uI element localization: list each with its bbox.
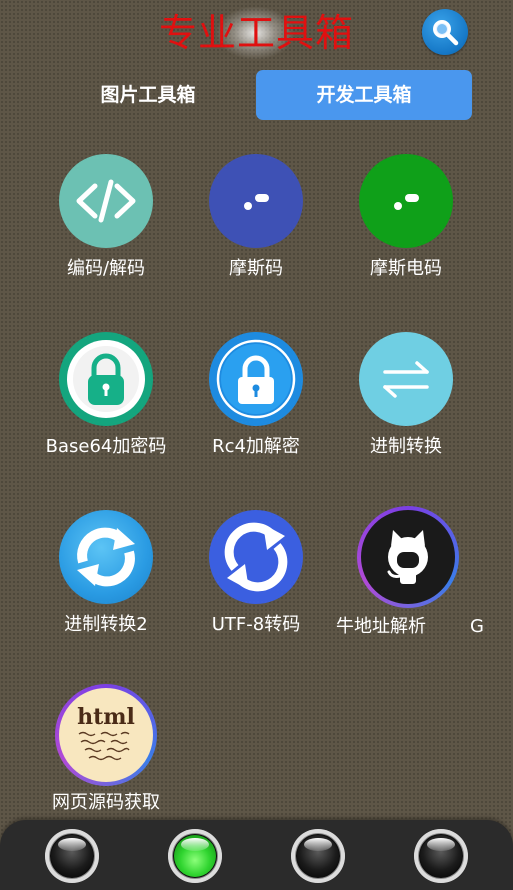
offscreen-tool-label: G xyxy=(470,616,484,637)
tool-morse[interactable]: 摩斯码 xyxy=(181,154,331,294)
app-title: 专业工具箱 xyxy=(158,11,354,55)
dock-button-3[interactable] xyxy=(291,829,345,883)
svg-text:html: html xyxy=(77,704,135,730)
tab-image-tools[interactable]: 图片工具箱 xyxy=(42,70,254,120)
tab-bar: 图片工具箱 开发工具箱 xyxy=(42,70,472,120)
magnifier-icon xyxy=(433,20,459,46)
tool-label: 牛地址解析 xyxy=(336,616,426,637)
tool-page-source[interactable]: html 网页源码获取 xyxy=(31,684,181,828)
tool-label: 摩斯电码 xyxy=(370,258,442,279)
tool-label: 网页源码获取 xyxy=(52,792,160,813)
tool-encode-decode[interactable]: 编码/解码 xyxy=(31,154,181,294)
html-paper-icon: html xyxy=(55,684,157,786)
tool-label: 编码/解码 xyxy=(66,258,146,279)
tool-base64[interactable]: Base64加密码 xyxy=(31,332,181,472)
bottom-dock xyxy=(0,820,513,890)
dock-button-2[interactable] xyxy=(168,829,222,883)
search-button[interactable] xyxy=(422,9,468,55)
refresh-arrows-icon xyxy=(59,510,153,604)
tool-base-convert-2[interactable]: 进制转换2 xyxy=(31,510,181,650)
dock-button-4[interactable] xyxy=(414,829,468,883)
dock-button-1[interactable] xyxy=(45,829,99,883)
tool-rc4[interactable]: Rc4加解密 xyxy=(181,332,331,472)
tool-label: 进制转换2 xyxy=(64,614,148,635)
tool-utf8[interactable]: UTF-8转码 xyxy=(181,510,331,650)
padlock-icon xyxy=(59,332,153,426)
tool-label-clipped: 牛地址解析 xyxy=(330,614,426,640)
tool-label: 进制转换 xyxy=(370,436,442,457)
tool-morse-telegraph[interactable]: 摩斯电码 xyxy=(331,154,481,294)
refresh-arrows-icon xyxy=(209,510,303,604)
tool-base-convert[interactable]: 进制转换 xyxy=(331,332,481,472)
swap-arrows-icon xyxy=(359,332,453,426)
padlock-icon xyxy=(209,332,303,426)
github-octocat-icon xyxy=(357,506,459,608)
tool-label: Rc4加解密 xyxy=(212,436,300,457)
tab-dev-tools[interactable]: 开发工具箱 xyxy=(256,70,472,120)
code-brackets-icon xyxy=(59,154,153,248)
tool-label: 摩斯码 xyxy=(229,258,283,279)
morse-dot-dash-icon xyxy=(359,154,453,248)
tool-label: UTF-8转码 xyxy=(211,614,301,635)
tool-label: Base64加密码 xyxy=(45,436,167,457)
morse-dot-dash-icon xyxy=(209,154,303,248)
app-header: 专业工具箱 xyxy=(0,0,513,66)
